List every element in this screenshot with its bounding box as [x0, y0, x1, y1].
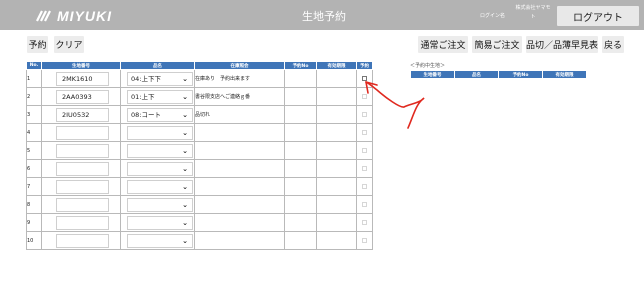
handwritten-annotation [365, 81, 425, 129]
annotation-arrow-stroke [365, 81, 425, 129]
